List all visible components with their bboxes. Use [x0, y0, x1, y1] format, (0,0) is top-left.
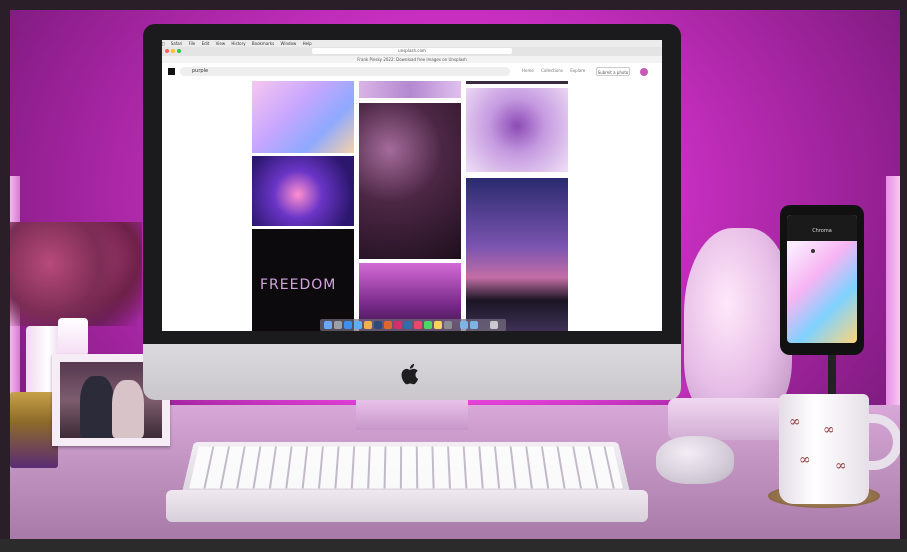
finder-icon[interactable] [324, 321, 332, 329]
keyboard [181, 442, 631, 494]
submit-photo-button[interactable]: Submit a photo [596, 67, 630, 76]
image-border-right [900, 0, 907, 552]
imac-stand [356, 400, 468, 430]
wrist-rest [166, 490, 648, 522]
close-window-icon[interactable] [165, 49, 169, 53]
menu-item[interactable]: Help [303, 40, 312, 47]
thumbs-up-sculpture [684, 228, 792, 418]
flower-bouquet [10, 222, 142, 326]
keyboard-keys [189, 446, 623, 489]
photoshop-icon[interactable] [374, 321, 382, 329]
image-border-left [0, 0, 10, 552]
phone-screen: Chroma [787, 215, 857, 343]
messages-icon[interactable] [424, 321, 432, 329]
site-banner: Frank Pinsky 2022: Download free images … [162, 56, 662, 63]
mug-pattern: ∞ [823, 422, 835, 438]
site-logo[interactable] [168, 68, 175, 75]
photo-tile[interactable] [466, 88, 568, 172]
neon-sign: FREEDOM [260, 277, 337, 293]
phone-app-header: Chroma [787, 215, 857, 241]
person-left [80, 376, 114, 438]
preferences-icon[interactable] [444, 321, 452, 329]
browser-toolbar: unsplash.com [162, 47, 662, 56]
mug-pattern: ∞ [835, 458, 847, 474]
photo-tile[interactable] [466, 178, 568, 331]
menu-item[interactable]: Edit [202, 40, 210, 47]
minimize-window-icon[interactable] [171, 49, 175, 53]
mug-pattern: ∞ [789, 414, 801, 430]
photo-tile[interactable] [466, 81, 568, 84]
image-border-bottom [0, 539, 907, 552]
mac-dock [320, 319, 506, 331]
site-nav: Home Collections Explore [522, 68, 591, 73]
person-right [112, 380, 144, 438]
folder-icon[interactable] [460, 321, 468, 329]
color-picker-cursor[interactable] [811, 249, 815, 253]
music-icon[interactable] [414, 321, 422, 329]
mug-pattern: ∞ [799, 452, 811, 468]
desk-setup-photo:  Safari File Edit View History Bookmark… [0, 0, 907, 552]
folder-icon[interactable] [470, 321, 478, 329]
safari-icon[interactable] [344, 321, 352, 329]
lightroom-icon[interactable] [404, 321, 412, 329]
site-header: purple Home Collections Explore Submit a… [162, 63, 662, 81]
indesign-icon[interactable] [394, 321, 402, 329]
apple-menu-icon[interactable]:  [162, 40, 164, 47]
nav-item[interactable]: Explore [570, 68, 585, 73]
nav-item[interactable]: Collections [541, 68, 563, 73]
photo-tile[interactable]: FREEDOM [252, 229, 354, 331]
notes-icon[interactable] [434, 321, 442, 329]
photo-tile[interactable] [359, 103, 461, 259]
menu-item[interactable]: Safari [171, 40, 183, 47]
nav-item[interactable]: Home [522, 68, 534, 73]
illustrator-icon[interactable] [384, 321, 392, 329]
mouse [656, 436, 734, 484]
photo-tile[interactable] [359, 81, 461, 98]
search-query: purple [192, 68, 209, 74]
trash-icon[interactable] [490, 321, 498, 329]
avatar[interactable] [640, 68, 648, 76]
glass-jar [58, 318, 88, 356]
zoom-window-icon[interactable] [177, 49, 181, 53]
imac-chin [143, 344, 681, 400]
imac-screen:  Safari File Edit View History Bookmark… [162, 40, 662, 331]
address-bar[interactable]: unsplash.com [312, 48, 512, 54]
image-border-top [0, 0, 907, 10]
candle [10, 392, 58, 468]
smartphone: Chroma [780, 205, 864, 355]
photo-tile[interactable] [252, 156, 354, 226]
menu-item[interactable]: History [231, 40, 245, 47]
menu-item[interactable]: Window [281, 40, 297, 47]
phone-app-title: Chroma [812, 228, 832, 234]
mac-menubar:  Safari File Edit View History Bookmark… [162, 40, 662, 47]
apple-icon [401, 363, 419, 385]
search-input[interactable]: purple [180, 67, 510, 76]
mail-icon[interactable] [354, 321, 362, 329]
photo-tile[interactable] [252, 81, 354, 153]
photos-icon[interactable] [364, 321, 372, 329]
launchpad-icon[interactable] [334, 321, 342, 329]
menu-item[interactable]: File [189, 40, 196, 47]
coffee-mug: ∞ ∞ ∞ ∞ [779, 394, 869, 504]
right-wall-panel [886, 176, 900, 416]
menu-item[interactable]: View [216, 40, 226, 47]
menu-item[interactable]: Bookmarks [252, 40, 274, 47]
